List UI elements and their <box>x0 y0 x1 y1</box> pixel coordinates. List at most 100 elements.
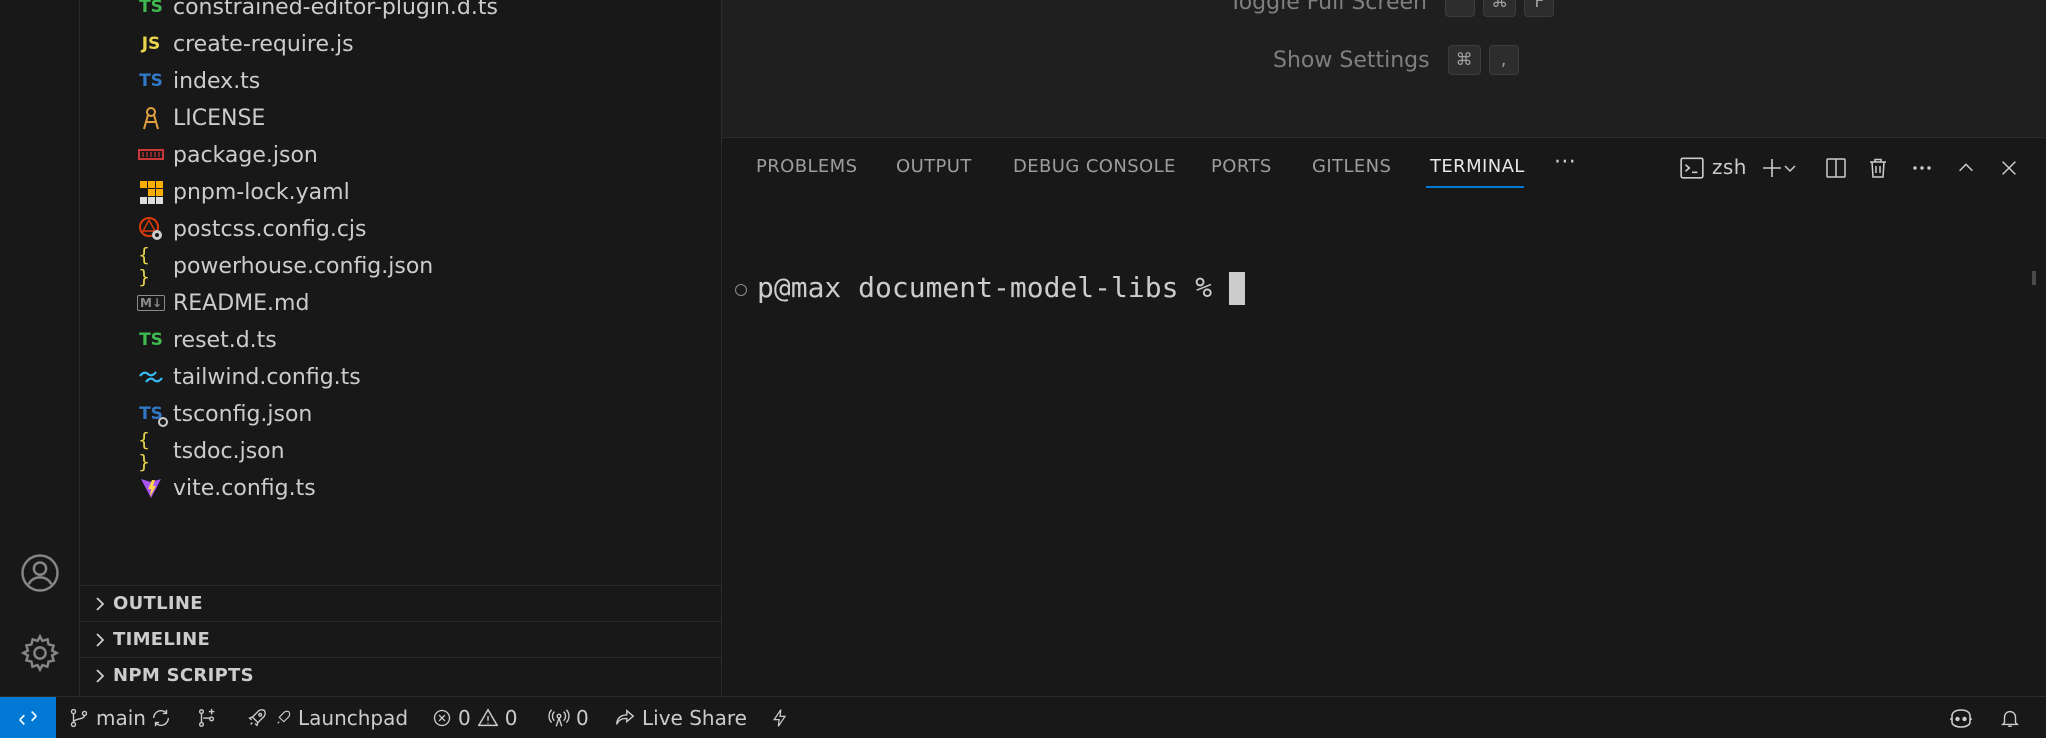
file-name: index.ts <box>173 68 261 94</box>
file-name: package.json <box>173 142 318 168</box>
file-name: tsdoc.json <box>173 438 285 464</box>
copilot-icon[interactable] <box>1948 697 1974 738</box>
timeline-section[interactable]: TIMELINE <box>80 621 721 657</box>
file-item[interactable]: vite.config.ts <box>80 470 721 506</box>
keybinding-key: ^ <box>1444 0 1476 17</box>
tsconfig-icon: TS <box>138 401 168 427</box>
maximize-panel-icon[interactable] <box>1950 152 1982 184</box>
split-terminal-icon[interactable] <box>1820 152 1852 184</box>
tab-problems[interactable]: PROBLEMS <box>756 156 857 177</box>
status-bar: main Launchpad 0 0 0 Live Share <box>0 696 2046 738</box>
accounts-icon[interactable] <box>0 543 80 603</box>
file-item[interactable]: LICENSE <box>80 100 721 136</box>
command-hint-show-settings: Show Settings ⌘ , <box>1273 45 1519 75</box>
file-item[interactable]: package.json <box>80 137 721 173</box>
tailwind-icon <box>138 364 164 390</box>
launchpad-label: Launchpad <box>298 706 409 730</box>
command-label: Show Settings <box>1273 47 1430 73</box>
file-name: tsconfig.json <box>173 401 313 427</box>
npm-scripts-section[interactable]: NPM SCRIPTS <box>80 657 721 693</box>
gear-icon[interactable] <box>0 623 80 683</box>
chevron-right-icon <box>96 596 105 611</box>
file-item[interactable]: TS index.ts <box>80 63 721 99</box>
close-icon[interactable] <box>1993 152 2025 184</box>
tab-debug-console[interactable]: DEBUG CONSOLE <box>1013 156 1176 177</box>
more-actions-icon[interactable] <box>1906 152 1938 184</box>
warning-icon <box>477 708 499 727</box>
tab-terminal[interactable]: TERMINAL <box>1430 156 1525 177</box>
outline-section[interactable]: OUTLINE <box>80 585 721 621</box>
typescript-icon: TS <box>139 0 163 17</box>
file-item[interactable]: { } tsdoc.json <box>80 429 721 473</box>
file-name: LICENSE <box>173 105 266 131</box>
terminal-name[interactable]: zsh <box>1712 155 1747 179</box>
file-name: create-require.js <box>173 31 354 57</box>
trash-icon[interactable] <box>1862 152 1894 184</box>
file-item[interactable]: tailwind.config.ts <box>80 359 721 395</box>
postcss-icon <box>138 216 164 242</box>
ports-status[interactable]: 0 <box>548 697 589 738</box>
file-item[interactable]: TS reset.d.ts <box>80 322 721 358</box>
problems-status[interactable]: 0 0 <box>432 697 517 738</box>
broadcast-icon <box>548 709 570 727</box>
file-item[interactable]: TS constrained-editor-plugin.d.ts <box>80 0 721 25</box>
chevron-right-icon <box>96 632 105 647</box>
file-name: README.md <box>173 290 310 316</box>
sync-icon[interactable] <box>150 697 172 738</box>
file-name: vite.config.ts <box>173 475 316 501</box>
terminal-view[interactable]: p@max document-model-libs % <box>722 196 2046 696</box>
javascript-icon: JS <box>141 34 161 54</box>
file-item[interactable]: M↓ README.md <box>80 285 721 321</box>
activity-bar <box>0 0 80 696</box>
error-icon <box>433 709 451 727</box>
file-name: reset.d.ts <box>173 327 277 353</box>
file-item[interactable]: TS tsconfig.json <box>80 396 721 432</box>
git-graph-icon[interactable] <box>196 697 218 738</box>
lightning-icon[interactable] <box>770 697 790 738</box>
live-share-label: Live Share <box>642 706 747 730</box>
git-branch-icon <box>70 708 88 728</box>
file-item[interactable]: pnpm-lock.yaml <box>80 174 721 210</box>
file-item[interactable]: { } powerhouse.config.json <box>80 244 721 288</box>
bottom-panel: PROBLEMS OUTPUT DEBUG CONSOLE PORTS GITL… <box>722 138 2046 696</box>
more-tabs-button[interactable]: ··· <box>1554 150 1576 175</box>
explorer-sidebar: TS constrained-editor-plugin.d.ts JS create… <box>80 0 722 696</box>
tab-gitlens[interactable]: GITLENS <box>1312 156 1391 177</box>
section-title: NPM SCRIPTS <box>113 665 254 686</box>
editor-area: Toggle Full Screen ^ ⌘ F Show Settings ⌘… <box>722 0 2046 138</box>
branch-status[interactable]: main <box>68 697 146 738</box>
typescript-icon: TS <box>139 330 163 350</box>
npm-icon <box>138 142 164 168</box>
live-share-icon <box>616 709 635 725</box>
file-name: constrained-editor-plugin.d.ts <box>173 0 498 20</box>
rocket-icon <box>277 710 291 724</box>
panel-tabs: PROBLEMS OUTPUT DEBUG CONSOLE PORTS GITL… <box>722 138 2046 196</box>
license-icon <box>138 105 164 131</box>
command-label: Toggle Full Screen <box>1229 0 1427 15</box>
rocket-icon <box>248 709 266 727</box>
json-icon: { } <box>138 244 151 288</box>
terminal-scrollbar[interactable] <box>2032 271 2036 285</box>
section-title: TIMELINE <box>113 629 211 650</box>
file-item[interactable]: JS create-require.js <box>80 26 721 62</box>
terminal-icon[interactable] <box>1676 152 1708 184</box>
launchpad-status[interactable]: Launchpad <box>246 697 408 738</box>
bell-icon[interactable] <box>1999 697 2021 738</box>
file-name: pnpm-lock.yaml <box>173 179 350 205</box>
terminal-prompt: p@max document-model-libs % <box>757 271 1230 304</box>
branch-name: main <box>96 706 146 730</box>
keybinding-key: ⌘ <box>1483 0 1517 17</box>
keybinding-key: F <box>1524 0 1555 17</box>
chevron-down-icon[interactable] <box>1780 152 1800 184</box>
ports-count: 0 <box>576 706 589 730</box>
keybinding-key: ⌘ <box>1447 45 1481 75</box>
live-share-button[interactable]: Live Share <box>614 697 747 738</box>
remote-indicator-button[interactable] <box>0 697 56 738</box>
vite-icon <box>138 475 164 501</box>
section-title: OUTLINE <box>113 593 203 614</box>
typescript-icon: TS <box>139 71 163 91</box>
tab-output[interactable]: OUTPUT <box>896 156 972 177</box>
json-icon: { } <box>138 429 151 473</box>
file-item[interactable]: postcss.config.cjs <box>80 211 721 247</box>
tab-ports[interactable]: PORTS <box>1211 156 1272 177</box>
